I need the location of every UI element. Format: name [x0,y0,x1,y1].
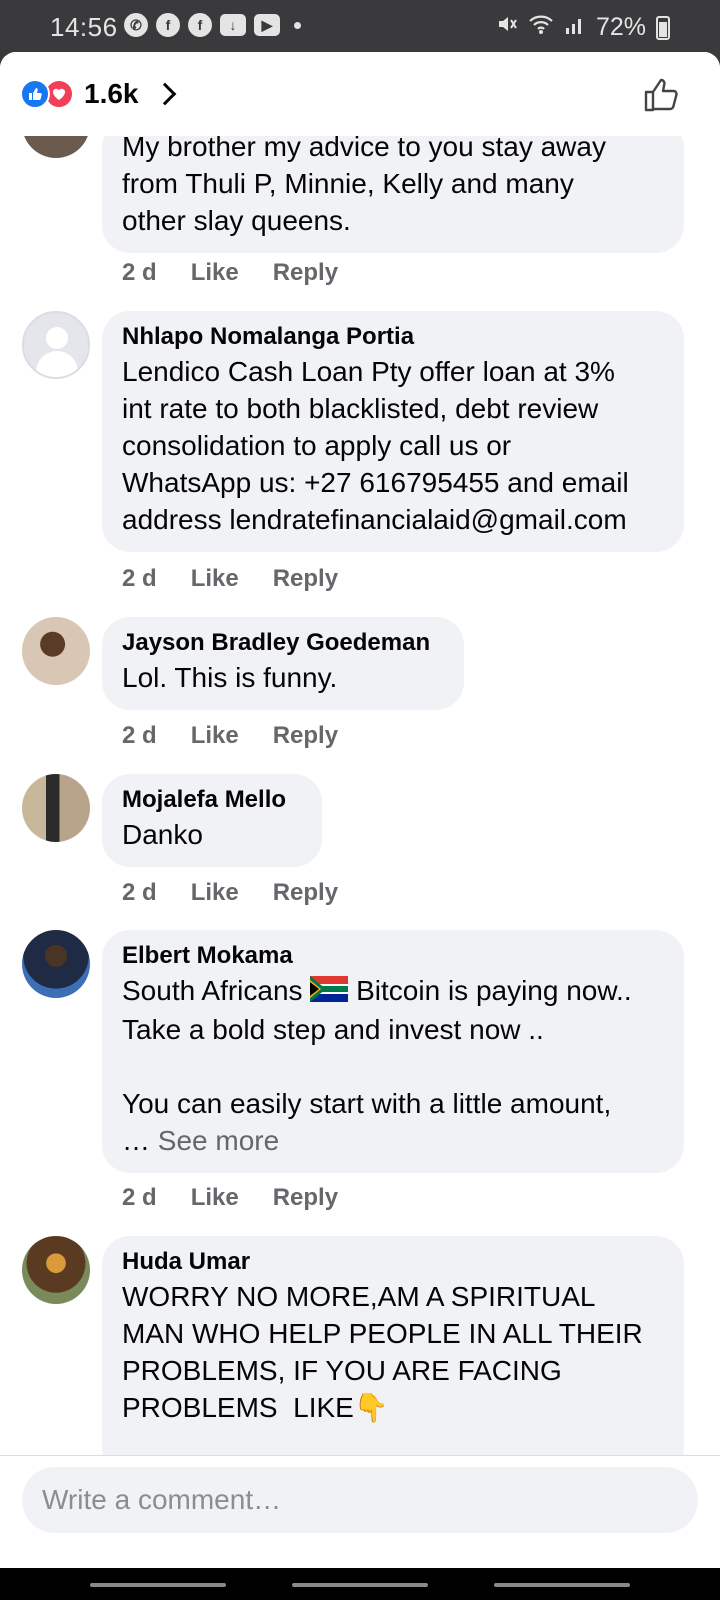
facebook-icon: f [188,13,212,37]
comment-actions: 2 d Like Reply [122,565,338,593]
reply-button[interactable]: Reply [273,722,338,750]
comment-bubble: Huda Umar WORRY NO MORE,AM A SPIRITUAL M… [102,1236,684,1476]
download-icon: ↓ [220,14,246,36]
comment-text: Danko [122,819,203,850]
comment-bubble: Nhlapo Nomalanga Portia Lendico Cash Loa… [102,311,684,552]
notification-icons: ✆ f f ↓ ▶ [124,13,301,37]
like-reaction-icon [20,79,50,109]
facebook-icon: f [156,13,180,37]
commenter-avatar[interactable] [22,617,90,685]
like-button[interactable]: Like [191,1184,239,1212]
reply-button[interactable]: Reply [273,879,338,907]
commenter-avatar[interactable] [22,774,90,842]
comment-text: My brother my advice to you stay away fr… [122,131,606,236]
comment-actions: 2 d Like Reply [122,1184,338,1212]
system-navigation-bar [0,1568,720,1600]
default-avatar-head [46,327,68,349]
comment-author[interactable]: Huda Umar [122,1246,664,1278]
like-button[interactable]: Like [191,259,239,287]
comments-sheet: My brother my advice to you stay away fr… [0,52,720,1568]
nav-recents-handle[interactable] [90,1583,226,1587]
chevron-right-icon [153,82,176,106]
wifi-icon [528,13,554,42]
comment-composer-bar: Write a comment… [0,1455,720,1568]
comment-author[interactable]: Nhlapo Nomalanga Portia [122,321,664,353]
comment-actions: 2 d Like Reply [122,722,338,750]
reply-button[interactable]: Reply [273,259,338,287]
comment-actions: 2 d Like Reply [122,259,338,287]
see-more-link[interactable]: See more [158,1125,279,1156]
commenter-avatar[interactable] [22,1236,90,1304]
battery-percent: 72% [595,13,646,41]
youtube-icon: ▶ [254,14,280,36]
nav-home-handle[interactable] [292,1583,428,1587]
comment-time: 2 d [122,259,157,286]
comment-bubble: Jayson Bradley Goedeman Lol. This is fun… [102,617,464,710]
comment-author[interactable]: Elbert Mokama [122,940,664,972]
like-button[interactable]: Like [191,879,239,907]
comment-bubble: My brother my advice to you stay away fr… [102,120,684,253]
signal-icon [564,13,586,42]
nav-back-handle[interactable] [494,1583,630,1587]
comment-text: WORRY NO MORE,AM A SPIRITUAL MAN WHO HEL… [122,1281,643,1423]
south-africa-flag-icon [310,974,349,1011]
comment-text: South Africans Bitcoin is paying now.. T… [122,972,664,1159]
reply-button[interactable]: Reply [273,1184,338,1212]
reactions-header: 1.6k [0,52,720,136]
comment-list[interactable]: My brother my advice to you stay away fr… [0,52,720,1476]
mute-icon [496,13,518,42]
like-button[interactable]: Like [191,565,239,593]
like-post-thumb-icon[interactable] [642,76,680,119]
comment-time: 2 d [122,565,157,592]
more-notifications-dot [294,21,301,29]
comment-time: 2 d [122,722,157,749]
whatsapp-icon: ✆ [124,13,148,37]
system-indicators: 72% [496,13,670,42]
battery-icon [656,15,670,40]
comment-time: 2 d [122,1184,157,1211]
reaction-count: 1.6k [84,78,139,109]
comment-input[interactable]: Write a comment… [22,1467,698,1533]
comment-bubble: Mojalefa Mello Danko [102,774,322,867]
comment-text: Lol. This is funny. [122,662,338,693]
comment-text: Lendico Cash Loan Pty offer loan at 3% i… [122,356,629,535]
comment-bubble: Elbert Mokama South Africans Bitcoin is … [102,930,684,1174]
reply-button[interactable]: Reply [273,565,338,593]
comment-actions: 2 d Like Reply [122,879,338,907]
comment-author[interactable]: Mojalefa Mello [122,784,302,816]
status-bar: 14:56 ✆ f f ↓ ▶ 72% [0,0,720,52]
comment-time: 2 d [122,879,157,906]
reactions-summary[interactable]: 1.6k [20,78,176,110]
default-avatar-body [36,351,78,377]
commenter-avatar[interactable] [22,311,90,379]
like-button[interactable]: Like [191,722,239,750]
status-time: 14:56 [50,12,118,42]
comment-author[interactable]: Jayson Bradley Goedeman [122,627,444,659]
commenter-avatar[interactable] [22,930,90,998]
comment-text-part: South Africans [122,975,311,1006]
